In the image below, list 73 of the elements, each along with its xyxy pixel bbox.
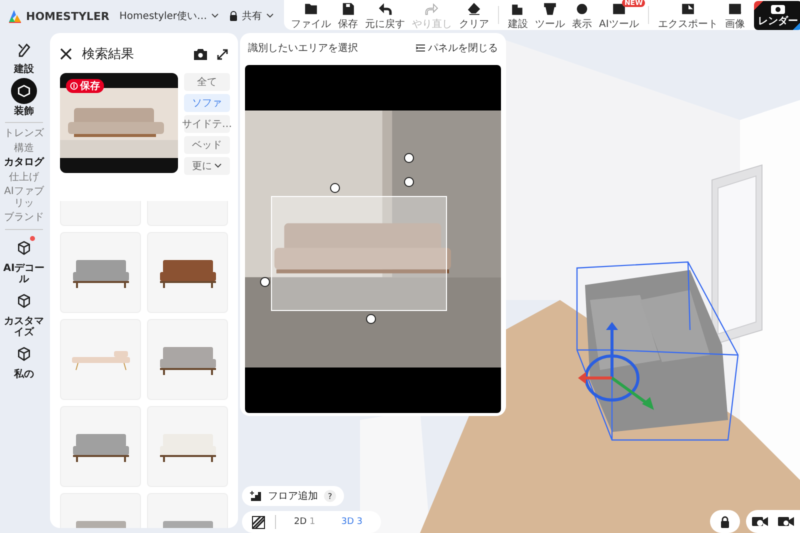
- rail-button[interactable]: カスタマイズ: [0, 288, 48, 338]
- chevron-icon: [214, 163, 222, 169]
- render-button[interactable]: レンダー: [754, 0, 800, 30]
- add-floor-button[interactable]: フロア追加 ?: [242, 486, 344, 506]
- panel-title: 識別したいエリアを選択: [248, 42, 358, 55]
- toolbar-button[interactable]: 表示: [570, 2, 594, 30]
- close-panel-button[interactable]: パネルを閉じる: [416, 41, 498, 55]
- toolbar-button[interactable]: 建設: [506, 2, 530, 30]
- share-menu[interactable]: 共有: [229, 9, 274, 23]
- video-camera-icon: [752, 516, 768, 527]
- list-icon: [416, 44, 425, 52]
- product-card[interactable]: [147, 406, 228, 487]
- video-camera-icon: [778, 516, 794, 527]
- toolbar-button[interactable]: 保存: [336, 2, 360, 30]
- toolbar-button[interactable]: エクスポート: [656, 2, 720, 30]
- tool-icon: [467, 2, 482, 16]
- toolbar-button[interactable]: 元に戻す: [363, 2, 408, 30]
- tool-icon: [378, 2, 392, 16]
- expand-icon[interactable]: [217, 48, 228, 60]
- view-tab[interactable]: 3D 3: [333, 517, 371, 527]
- catalog-nav-item[interactable]: AIファブリッ: [0, 186, 48, 209]
- product-card[interactable]: [147, 232, 228, 313]
- logo-icon: [8, 9, 22, 23]
- toolbar-button[interactable]: ツール: [533, 2, 568, 30]
- close-icon[interactable]: [60, 48, 72, 60]
- catalog-nav-item[interactable]: トレンズ: [0, 128, 48, 140]
- tool-icon: [425, 2, 440, 16]
- camera-settings-button[interactable]: [778, 516, 794, 527]
- chevron-icon: [211, 13, 220, 19]
- catalog-nav-item[interactable]: カタログ: [0, 157, 48, 168]
- category-tab[interactable]: ベッド: [184, 136, 230, 154]
- toolbar-button[interactable]: 画像: [722, 2, 747, 30]
- stairs-icon: [250, 490, 262, 502]
- view-tab[interactable]: 2D 1: [286, 517, 324, 527]
- logo-text: HOMESTYLER: [26, 10, 110, 22]
- camera-icon[interactable]: [194, 48, 207, 60]
- lock-icon: [229, 11, 238, 21]
- help-icon[interactable]: ?: [324, 490, 336, 502]
- catalog-nav-item[interactable]: ブランド: [0, 212, 48, 224]
- daybed-drawing: [70, 348, 132, 370]
- chevron-icon: [266, 13, 274, 19]
- project-menu[interactable]: Homestyler使い…: [119, 9, 220, 23]
- tool-icon: [680, 2, 695, 16]
- catalog-nav-item[interactable]: 仕上げ: [0, 172, 48, 183]
- panel-title: 検索結果: [82, 46, 135, 63]
- rail-button[interactable]: AIデコール: [0, 234, 48, 284]
- product-card[interactable]: [60, 406, 141, 487]
- toolbar-button[interactable]: クリア: [457, 2, 492, 30]
- toolbar-button[interactable]: ファイル: [289, 2, 334, 30]
- tool-icon: [341, 2, 356, 16]
- more-dropdown[interactable]: 更に: [184, 157, 230, 175]
- category-tab[interactable]: サイドテ…: [184, 115, 230, 133]
- rail-button[interactable]: 装飾: [0, 78, 48, 117]
- tool-icon: [304, 2, 318, 16]
- product-card[interactable]: [60, 232, 141, 313]
- camera-add-button[interactable]: [752, 516, 768, 527]
- tool-icon: [612, 2, 626, 16]
- lock-icon: [720, 516, 730, 528]
- tool-icon: [511, 2, 526, 16]
- rail-button[interactable]: 私の: [0, 340, 48, 380]
- category-tab[interactable]: ソファ: [184, 94, 230, 112]
- tool-icon: [575, 2, 590, 16]
- category-tab[interactable]: 全て: [184, 73, 230, 91]
- tool-icon: [728, 2, 742, 16]
- hatch-icon[interactable]: [252, 516, 265, 528]
- pin-icon: [70, 82, 78, 90]
- catalog-nav-item[interactable]: 構造: [0, 142, 48, 154]
- save-button[interactable]: 保存: [66, 79, 104, 93]
- rail-button[interactable]: 建設: [0, 36, 48, 75]
- camera-icon: [770, 2, 785, 14]
- logo[interactable]: HOMESTYLER: [8, 9, 110, 23]
- tool-icon: [543, 2, 558, 16]
- product-card[interactable]: [147, 319, 228, 400]
